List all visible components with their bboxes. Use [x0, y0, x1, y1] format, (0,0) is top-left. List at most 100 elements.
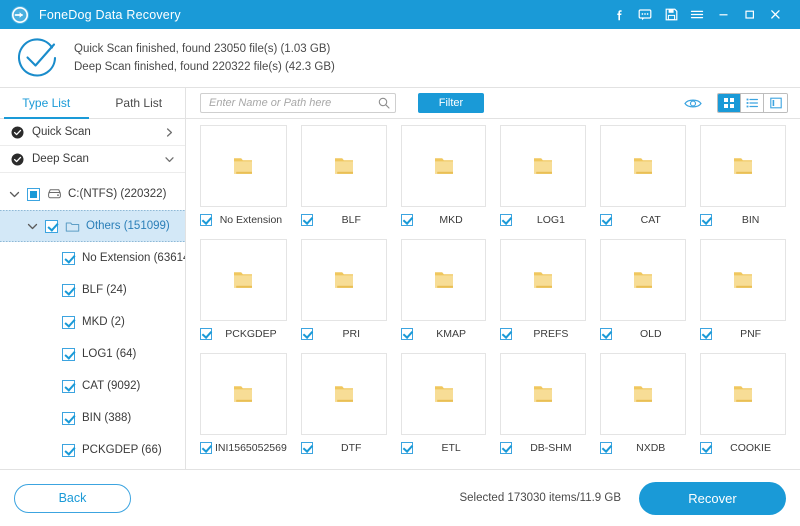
checkbox-checked[interactable]	[500, 213, 513, 226]
file-type-cell[interactable]: NXDB	[600, 353, 687, 457]
checkbox-checked[interactable]	[45, 219, 58, 233]
tree-row[interactable]: MKD (2)	[0, 306, 185, 338]
file-thumbnail[interactable]	[200, 239, 287, 321]
file-thumbnail[interactable]	[400, 353, 487, 435]
checkbox-checked[interactable]	[700, 327, 713, 340]
file-thumbnail[interactable]	[600, 125, 687, 207]
file-type-cell[interactable]: PNF	[700, 239, 786, 343]
back-button[interactable]: Back	[14, 483, 131, 513]
file-type-cell[interactable]: OLD	[600, 239, 687, 343]
file-thumbnail[interactable]	[500, 239, 587, 321]
checkbox-checked[interactable]	[700, 441, 713, 454]
file-type-cell[interactable]: KMAP	[400, 239, 487, 343]
file-thumbnail[interactable]	[700, 353, 786, 435]
file-type-cell[interactable]: PRI	[300, 239, 387, 343]
file-thumbnail[interactable]	[200, 125, 287, 207]
tree-row[interactable]: LOG1 (64)	[0, 338, 185, 370]
minimize-icon[interactable]	[710, 0, 736, 29]
search-box[interactable]	[200, 93, 396, 113]
checkbox-checked[interactable]	[62, 283, 75, 297]
file-type-cell[interactable]: LOG1	[500, 125, 587, 229]
tree-row[interactable]: No Extension (63614)	[0, 242, 185, 274]
checkbox-checked[interactable]	[300, 327, 313, 340]
feedback-icon[interactable]	[632, 0, 658, 29]
file-thumbnail[interactable]	[300, 353, 387, 435]
tree-row[interactable]: CAT (9092)	[0, 370, 185, 402]
checkbox-checked[interactable]	[600, 327, 613, 340]
checkbox-checked[interactable]	[62, 251, 75, 265]
recover-button[interactable]: Recover	[639, 481, 786, 515]
file-thumbnail[interactable]	[400, 125, 487, 207]
checkbox-checked[interactable]	[600, 441, 613, 454]
folder-icon	[434, 386, 453, 402]
search-input[interactable]	[209, 97, 378, 109]
filter-button[interactable]: Filter	[418, 93, 484, 113]
checkbox-checked[interactable]	[500, 327, 513, 340]
checkbox-checked[interactable]	[400, 213, 413, 226]
menu-icon[interactable]	[684, 0, 710, 29]
checkbox-checked[interactable]	[62, 347, 75, 361]
facebook-icon[interactable]	[606, 0, 632, 29]
file-type-cell[interactable]: BLF	[300, 125, 387, 229]
tab-path-list[interactable]: Path List	[93, 88, 186, 118]
file-type-cell[interactable]: CAT	[600, 125, 687, 229]
grid-view-icon[interactable]	[718, 94, 741, 112]
file-thumbnail[interactable]	[500, 353, 587, 435]
file-thumbnail[interactable]	[700, 125, 786, 207]
file-type-cell[interactable]: PCKGDEP	[200, 239, 287, 343]
chevron-down-icon[interactable]	[8, 188, 21, 201]
checkbox-checked[interactable]	[300, 441, 313, 454]
file-type-cell[interactable]: DB-SHM	[500, 353, 587, 457]
file-type-cell[interactable]: DTF	[300, 353, 387, 457]
file-grid-scroll[interactable]: No Extension BLF MKD LOG1 CAT BIN PCKGDEP PRI KM…	[186, 119, 800, 469]
checkbox-checked[interactable]	[62, 315, 75, 329]
file-thumbnail[interactable]	[600, 353, 687, 435]
maximize-icon[interactable]	[736, 0, 762, 29]
list-view-icon[interactable]	[741, 94, 764, 112]
chevron-down-icon[interactable]	[26, 220, 39, 233]
file-type-cell[interactable]: INI1565052569	[200, 353, 287, 457]
checkbox-checked[interactable]	[62, 379, 75, 393]
checkbox-checked[interactable]	[500, 441, 513, 454]
file-type-cell[interactable]: MKD	[400, 125, 487, 229]
eye-icon[interactable]	[683, 93, 703, 113]
save-icon[interactable]	[658, 0, 684, 29]
tab-type-list[interactable]: Type List	[0, 88, 93, 119]
chevron-right-icon[interactable]	[164, 127, 175, 138]
tree-row[interactable]: C:(NTFS) (220322)	[0, 178, 185, 210]
checkbox-checked[interactable]	[200, 441, 212, 454]
checkbox-checked[interactable]	[200, 213, 212, 226]
file-type-cell[interactable]: PREFS	[500, 239, 587, 343]
file-thumbnail[interactable]	[600, 239, 687, 321]
checkbox-checked[interactable]	[300, 213, 313, 226]
checkbox-checked[interactable]	[62, 411, 75, 425]
tree-row[interactable]: BIN (388)	[0, 402, 185, 434]
sidebar-item-quick-scan[interactable]: Quick Scan	[0, 119, 185, 146]
tree-row[interactable]: Others (151099)	[0, 210, 185, 242]
file-thumbnail[interactable]	[200, 353, 287, 435]
main-panel: Filter	[186, 88, 800, 469]
tree-row[interactable]: BLF (24)	[0, 274, 185, 306]
file-type-cell[interactable]: No Extension	[200, 125, 287, 229]
checkbox-checked[interactable]	[62, 443, 75, 457]
checkbox-checked[interactable]	[600, 213, 613, 226]
file-thumbnail[interactable]	[400, 239, 487, 321]
checkbox-checked[interactable]	[700, 213, 713, 226]
sidebar-item-deep-scan[interactable]: Deep Scan	[0, 146, 185, 173]
checkbox-checked[interactable]	[200, 327, 212, 340]
close-icon[interactable]	[762, 0, 788, 29]
chevron-down-icon[interactable]	[164, 154, 175, 165]
file-thumbnail[interactable]	[300, 239, 387, 321]
checkbox-checked[interactable]	[400, 441, 413, 454]
search-icon[interactable]	[378, 97, 390, 109]
file-type-cell[interactable]: COOKIE	[700, 353, 786, 457]
checkbox-checked[interactable]	[400, 327, 413, 340]
detail-view-icon[interactable]	[764, 94, 787, 112]
tree-row[interactable]: PCKGDEP (66)	[0, 434, 185, 466]
file-thumbnail[interactable]	[700, 239, 786, 321]
file-type-cell[interactable]: BIN	[700, 125, 786, 229]
checkbox-partial[interactable]	[27, 187, 40, 201]
file-thumbnail[interactable]	[300, 125, 387, 207]
file-thumbnail[interactable]	[500, 125, 587, 207]
file-type-cell[interactable]: ETL	[400, 353, 487, 457]
